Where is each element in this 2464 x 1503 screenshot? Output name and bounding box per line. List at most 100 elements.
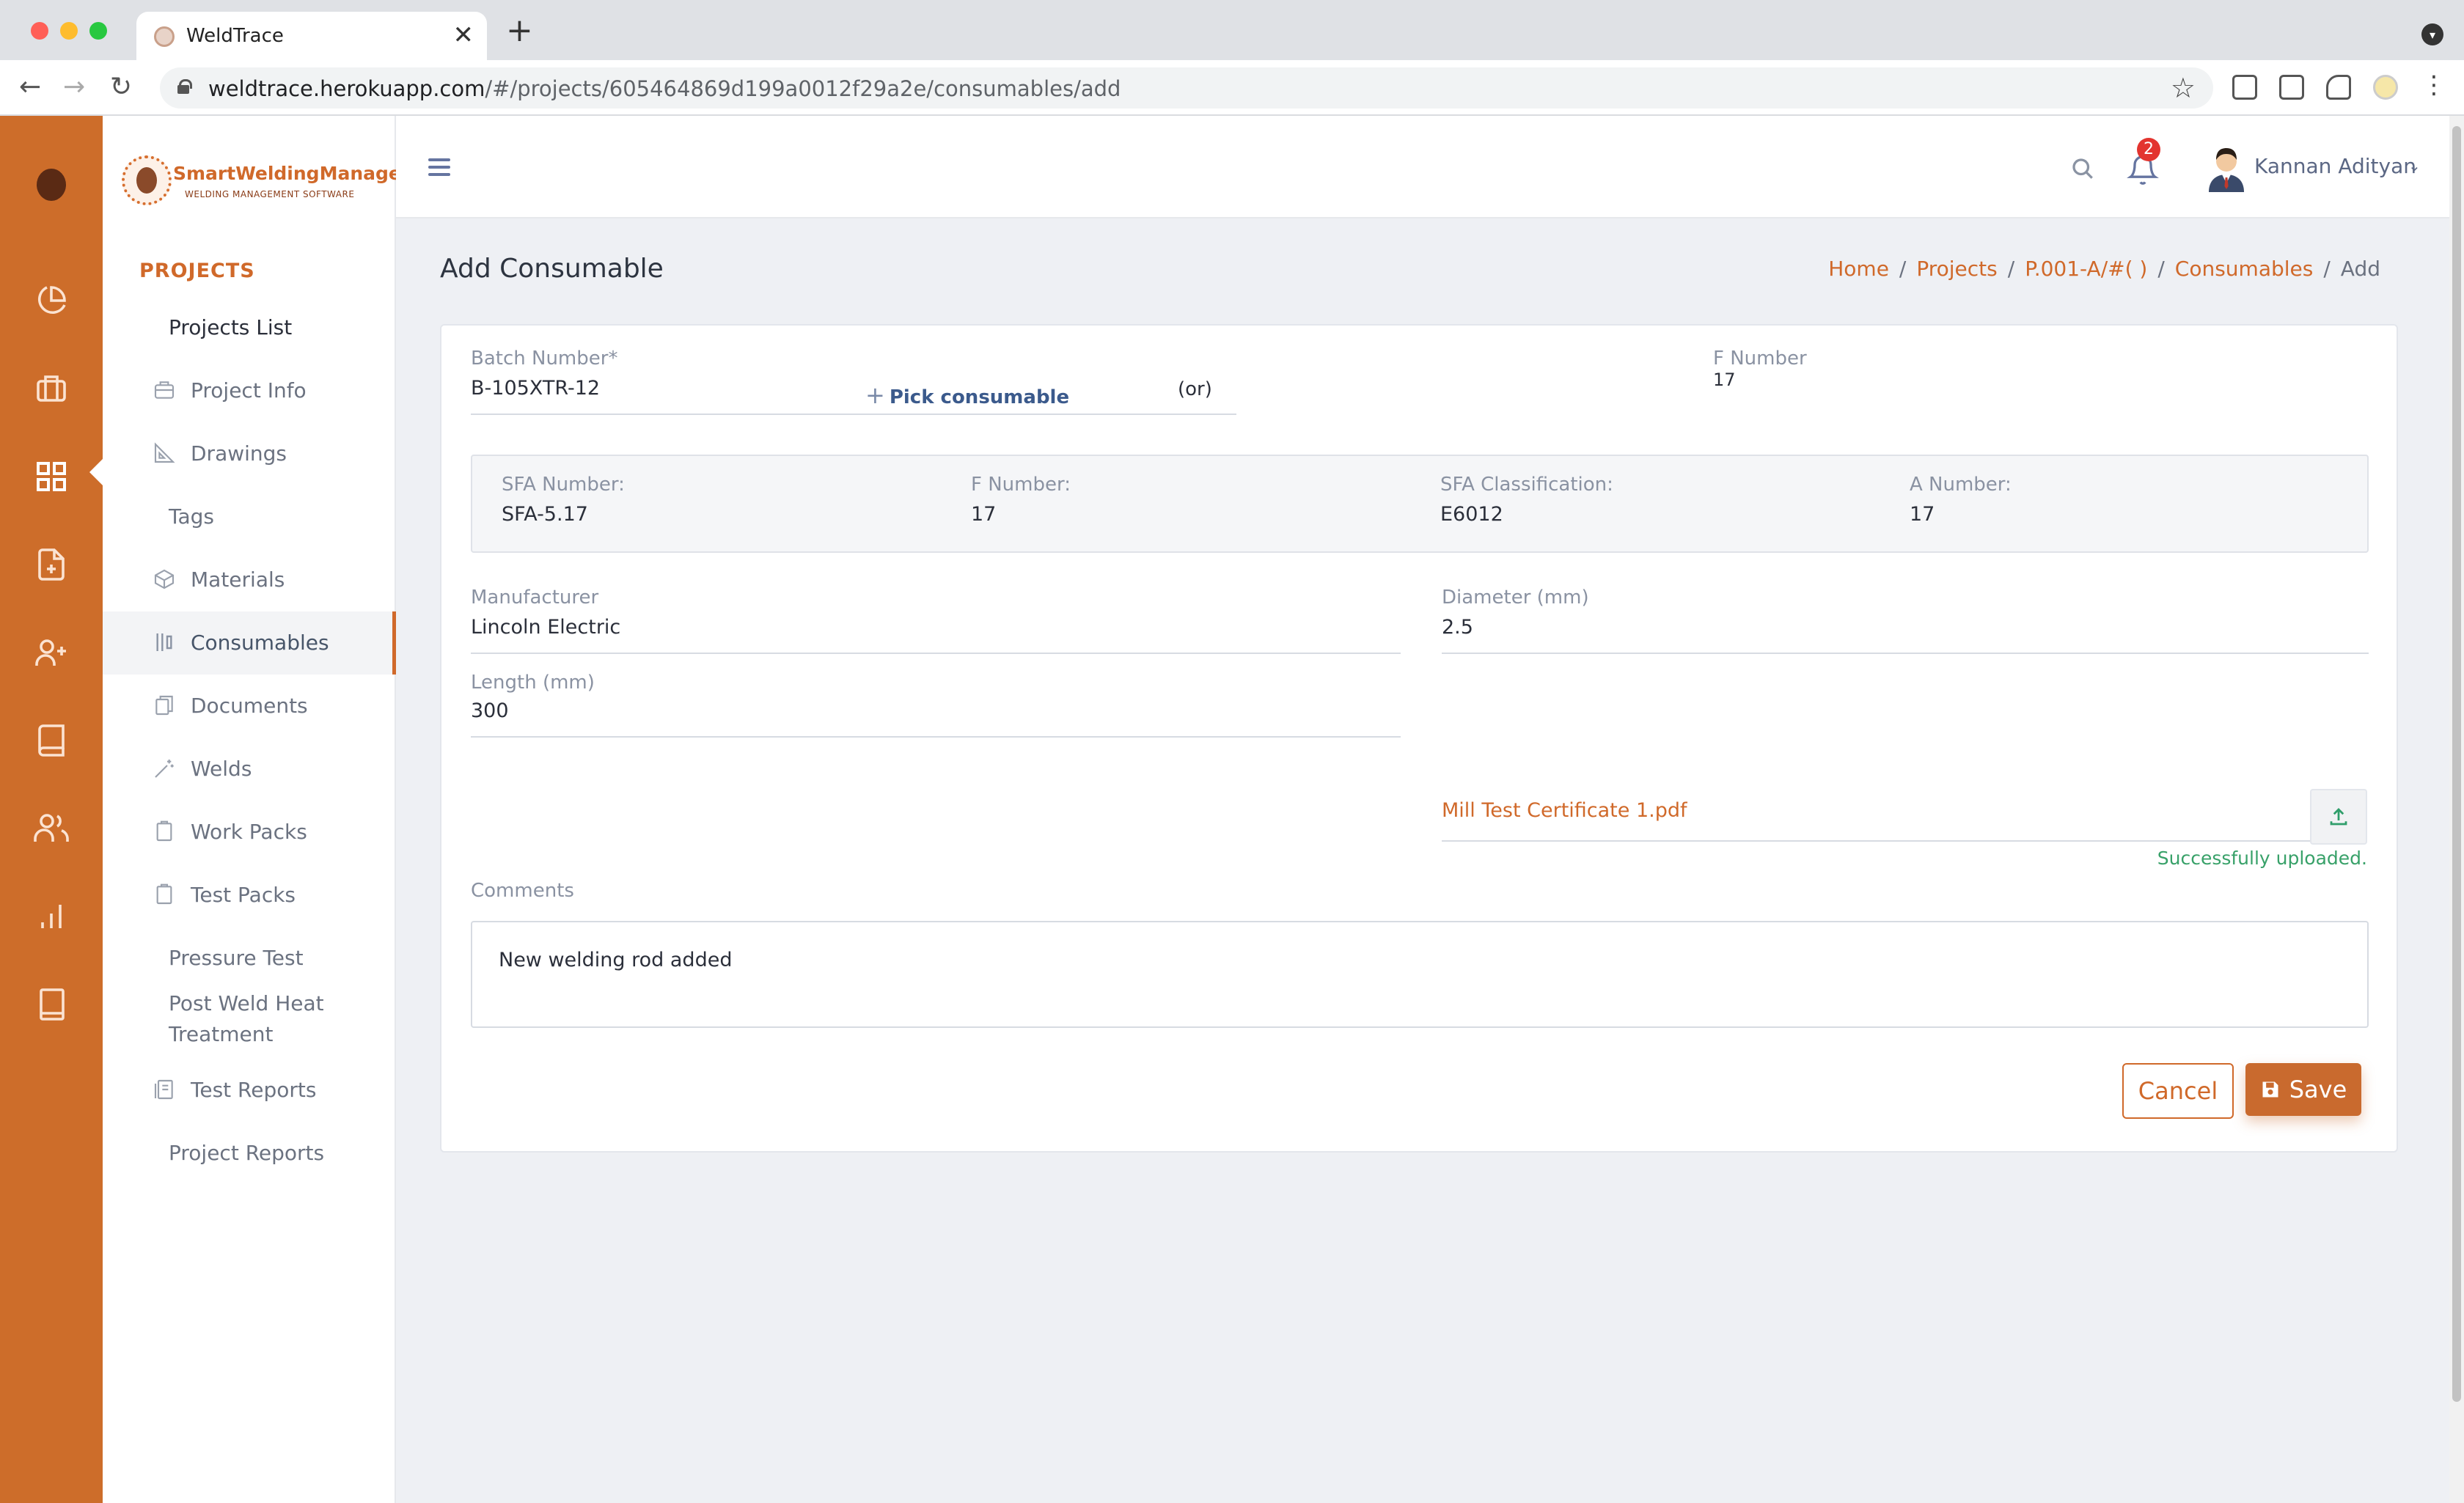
tab-close-icon[interactable]: ✕ [453,21,474,50]
comments-textarea[interactable]: New welding rod added [471,921,2369,1028]
address-bar[interactable]: weldtrace.herokuapp.com/#/projects/60546… [160,67,2213,109]
pick-consumable-button[interactable]: + Pick consumable [865,381,1069,409]
tab-search-icon[interactable]: ▾ [2421,23,2443,45]
reload-icon[interactable]: ↻ [110,69,132,106]
screenshot-icon[interactable] [2279,75,2304,100]
sidebar-item-tags[interactable]: Tags [103,485,396,548]
briefcase-icon [154,381,175,399]
grid-icon[interactable] [29,455,73,499]
brand-logo[interactable]: SmartWeldingManager WELDING MANAGEMENT S… [122,155,410,211]
uploaded-file-name[interactable]: Mill Test Certificate 1.pdf [1442,799,1687,822]
sidebar-item-label-line2: Treatment [169,1022,274,1046]
sidebar-item-label: Project Info [191,378,307,403]
manufacturer-input[interactable]: Lincoln Electric [471,616,620,639]
user-plus-icon[interactable] [29,631,73,675]
browser-tab-bar: WeldTrace ✕ + ▾ [0,0,2464,60]
bar-chart-icon[interactable] [29,894,73,938]
sidebar-item-label: Work Packs [191,820,307,844]
sidebar-item-test-reports[interactable]: Test Reports [103,1059,396,1122]
sidebar-item-test-packs[interactable]: Test Packs [103,864,396,927]
browser-tab[interactable]: WeldTrace ✕ [136,12,487,60]
search-icon[interactable] [2069,155,2096,182]
pie-chart-icon[interactable] [29,279,73,323]
sidebar-item-label: Materials [191,567,285,592]
length-label: Length (mm) [471,672,595,694]
info-f-number-value: 17 [971,503,997,526]
avatar-icon[interactable] [37,169,66,201]
length-input[interactable]: 300 [471,699,509,722]
sidebar-item-project-info[interactable]: Project Info [103,359,396,422]
avatar[interactable] [2204,142,2248,192]
sidebar-item-project-reports[interactable]: Project Reports [103,1122,396,1185]
sidebar-item-projects-list[interactable]: Projects List [103,296,396,359]
active-indicator [89,459,103,485]
book-icon[interactable] [29,719,73,762]
box-icon [154,569,175,589]
menu-toggle-icon[interactable] [428,158,450,176]
chevron-down-icon[interactable]: ⌄ [2408,157,2421,174]
browser-toolbar: ← → ↻ weldtrace.herokuapp.com/#/projects… [0,60,2464,116]
plus-icon: + [865,381,885,409]
consumable-form-card: Batch Number* B-105XTR-12 + Pick consumab… [440,324,2398,1153]
book-closed-icon[interactable] [29,982,73,1026]
profile-icon[interactable] [2373,75,2398,100]
url-text[interactable]: weldtrace.herokuapp.com/#/projects/60546… [208,76,1121,101]
save-button[interactable]: Save [2245,1063,2361,1116]
back-arrow-icon[interactable]: ← [19,69,41,106]
sidebar-item-label: Test Packs [191,883,296,907]
upload-icon [2330,808,2347,826]
page-title: Add Consumable [440,254,664,284]
manufacturer-underline [471,653,1401,654]
browser-menu-icon[interactable]: ⋮ [2421,70,2446,100]
page-scrollbar[interactable] [2449,116,2464,1503]
bookmark-star-icon[interactable]: ☆ [2171,72,2196,104]
sidebar-item-label: Test Reports [191,1078,317,1102]
window-maximize-button[interactable] [89,22,107,40]
batch-number-input[interactable]: B-105XTR-12 [471,377,600,400]
sidebar-item-drawings[interactable]: Drawings [103,422,396,485]
new-tab-button[interactable]: + [506,15,533,47]
window-minimize-button[interactable] [60,22,78,40]
sidebar-item-documents[interactable]: Documents [103,675,396,738]
window-close-button[interactable] [31,22,48,40]
cancel-button[interactable]: Cancel [2122,1063,2234,1119]
batch-number-label: Batch Number* [471,348,618,370]
sidebar-item-label: Welds [191,757,252,781]
diameter-label: Diameter (mm) [1442,587,1589,609]
breadcrumb-projects[interactable]: Projects [1916,257,1997,281]
breadcrumb-project[interactable]: P.001-A/#( ) [2025,257,2147,281]
sfa-number-value: SFA-5.17 [502,503,588,526]
floppy-disk-icon [2262,1081,2278,1098]
sidebar-item-pwht[interactable]: Post Weld Heat Treatment [103,988,396,1053]
scrollbar-thumb[interactable] [2452,126,2461,1402]
user-name[interactable]: Kannan Adityan [2254,154,2416,178]
breadcrumb: Home / Projects / P.001-A/#( ) / Consumables / A… [1828,257,2380,281]
sidebar-item-pressure-test[interactable]: Pressure Test [103,927,396,990]
sidebar-item-consumables[interactable]: Consumables [103,611,396,675]
logo-icon [122,155,172,205]
brand-name: SmartWeldingManager [173,163,411,184]
file-plus-icon[interactable] [29,543,73,587]
breadcrumb-consumables[interactable]: Consumables [2175,257,2314,281]
sidebar-item-welds[interactable]: Welds [103,738,396,801]
extension-icon[interactable] [2232,75,2257,100]
users-icon[interactable] [29,806,73,850]
sidebar-item-work-packs[interactable]: Work Packs [103,801,396,864]
sidebar-item-label: Projects List [169,315,293,339]
sidebar-item-materials[interactable]: Materials [103,548,396,611]
upload-button[interactable] [2310,789,2367,845]
app: SmartWeldingManager WELDING MANAGEMENT S… [0,116,2449,1503]
save-label: Save [2289,1076,2347,1103]
sidebar-item-label: Consumables [191,631,329,655]
notification-badge: 2 [2137,138,2160,161]
consumable-info-box: SFA Number: SFA-5.17 F Number: 17 SFA Cl… [471,455,2369,553]
sfa-classification-value: E6012 [1440,503,1503,526]
or-text: (or) [1178,378,1212,400]
upload-status: Successfully uploaded. [2157,848,2367,869]
briefcase-icon[interactable] [29,367,73,411]
forward-arrow-icon[interactable]: → [63,69,85,106]
breadcrumb-separator: / [2007,257,2015,281]
breadcrumb-home[interactable]: Home [1828,257,1889,281]
puzzle-icon[interactable] [2326,75,2351,100]
diameter-input[interactable]: 2.5 [1442,616,1473,639]
